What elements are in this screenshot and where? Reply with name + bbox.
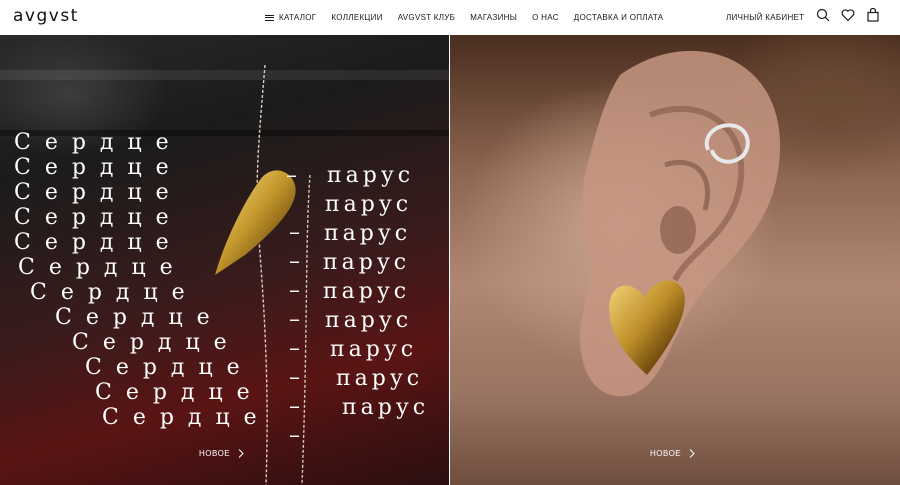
heart-earring-illustration xyxy=(609,280,685,375)
typo-dash: – xyxy=(289,423,300,448)
ear-illustration xyxy=(580,50,780,397)
typo-word-left: Сердце xyxy=(30,280,199,305)
new-link-label: НОВОЕ xyxy=(199,449,231,458)
typo-word-right: парус xyxy=(325,192,413,217)
heart-icon[interactable] xyxy=(841,8,855,22)
typo-word-right: парус xyxy=(323,250,411,275)
nav-item-stores[interactable]: МАГАЗИНЫ xyxy=(470,13,517,22)
bag-icon[interactable] xyxy=(866,8,880,22)
typo-word-right: парус xyxy=(327,163,415,188)
menu-icon xyxy=(265,14,274,21)
typo-word-left: Сердце xyxy=(14,130,183,155)
main-nav: КАТАЛОГ КОЛЛЕКЦИИ AVGVST КЛУБ МАГАЗИНЫ О… xyxy=(265,0,663,35)
typo-word-left: Сердце xyxy=(14,230,183,255)
hero-banner-right[interactable]: НОВОЕ xyxy=(450,35,900,485)
typo-dash: – xyxy=(289,365,300,390)
typo-dash: – xyxy=(289,249,300,274)
typo-word-right: парус xyxy=(325,308,413,333)
chevron-right-icon xyxy=(689,449,695,458)
nav-item-catalog[interactable]: КАТАЛОГ xyxy=(265,13,316,22)
typo-word-left: Сердце xyxy=(102,405,271,430)
nav-item-collections[interactable]: КОЛЛЕКЦИИ xyxy=(331,13,382,22)
hero-right-new-link[interactable]: НОВОЕ xyxy=(650,449,695,458)
nav-item-label: AVGVST КЛУБ xyxy=(397,13,456,22)
typo-word-right: парус xyxy=(342,395,430,420)
typo-word-left: Сердце xyxy=(85,355,254,380)
site-header: avgvst КАТАЛОГ КОЛЛЕКЦИИ AVGVST КЛУБ МАГ… xyxy=(0,0,900,35)
typo-dash: – xyxy=(289,394,300,419)
search-icon[interactable] xyxy=(816,8,830,22)
nav-item-label: КАТАЛОГ xyxy=(279,13,317,22)
typo-word-right: парус xyxy=(323,279,411,304)
account-link[interactable]: ЛИЧНЫЙ КАБИНЕТ xyxy=(726,0,804,35)
nav-item-label: МАГАЗИНЫ xyxy=(470,13,518,22)
typo-word-left: Сердце xyxy=(95,380,264,405)
typo-word-right: парус xyxy=(330,337,418,362)
new-link-label: НОВОЕ xyxy=(650,449,682,458)
typo-dash: – xyxy=(286,163,297,188)
typo-dash: – xyxy=(289,336,300,361)
nav-item-label: ДОСТАВКА И ОПЛАТА xyxy=(573,13,664,22)
typo-word-left: Сердце xyxy=(72,330,241,355)
typo-word-left: Сердце xyxy=(14,180,183,205)
hero-banner-left[interactable]: Сердце Сердце Сердце Сердце Сердце Сердц… xyxy=(0,35,449,485)
nav-item-label: О НАС xyxy=(532,13,559,22)
hero-left-new-link[interactable]: НОВОЕ xyxy=(199,449,244,458)
typo-word-right: парус xyxy=(324,221,412,246)
typo-word-left: Сердце xyxy=(18,255,187,280)
typo-word-left: Сердце xyxy=(55,305,224,330)
nav-item-club[interactable]: AVGVST КЛУБ xyxy=(398,13,455,22)
header-icons xyxy=(816,8,880,22)
typo-dash: – xyxy=(289,220,300,245)
hero-typography: Сердце Сердце Сердце Сердце Сердце Сердц… xyxy=(0,35,449,485)
brand-logo[interactable]: avgvst xyxy=(13,6,79,26)
chevron-right-icon xyxy=(238,449,244,458)
nav-item-about[interactable]: О НАС xyxy=(532,13,559,22)
nav-item-label: КОЛЛЕКЦИИ xyxy=(331,13,383,22)
typo-dash: – xyxy=(289,307,300,332)
nav-item-delivery[interactable]: ДОСТАВКА И ОПЛАТА xyxy=(574,13,664,22)
typo-dash: – xyxy=(289,278,300,303)
typo-word-left: Сердце xyxy=(14,155,183,180)
typo-word-right: парус xyxy=(336,366,424,391)
typo-word-left: Сердце xyxy=(14,205,183,230)
ear-cuff-illustration xyxy=(704,123,750,164)
